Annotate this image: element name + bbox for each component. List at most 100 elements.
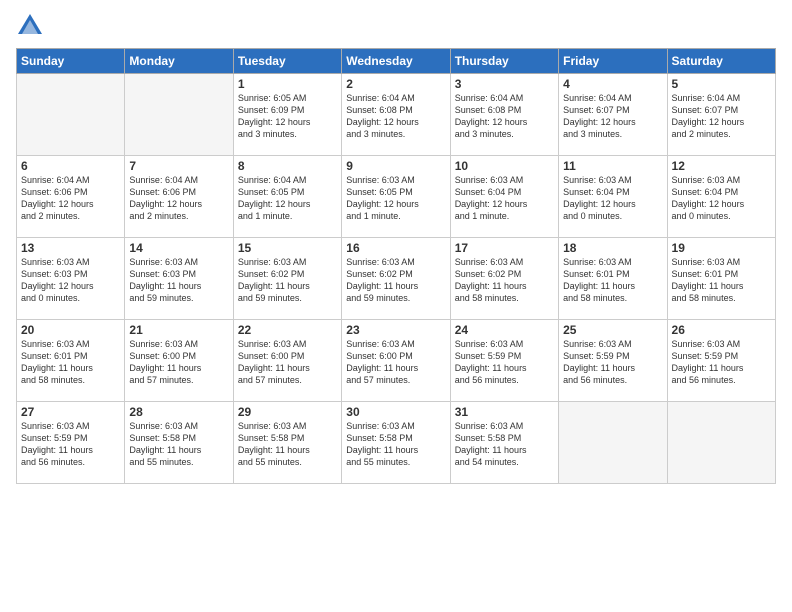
- calendar-cell: 8Sunrise: 6:04 AM Sunset: 6:05 PM Daylig…: [233, 156, 341, 238]
- calendar-cell: 27Sunrise: 6:03 AM Sunset: 5:59 PM Dayli…: [17, 402, 125, 484]
- calendar-cell: 4Sunrise: 6:04 AM Sunset: 6:07 PM Daylig…: [559, 74, 667, 156]
- calendar-week-2: 6 Sunrise: 6:04 AM Sunset: 6:06 PM Daylig…: [17, 156, 776, 238]
- calendar-cell: 9Sunrise: 6:03 AM Sunset: 6:05 PM Daylig…: [342, 156, 450, 238]
- col-header-saturday: Saturday: [667, 49, 775, 74]
- day-number: 7: [129, 159, 228, 173]
- day-number: 3: [455, 77, 554, 91]
- day-info: Sunrise: 6:03 AM Sunset: 5:58 PM Dayligh…: [455, 420, 554, 469]
- day-number: 17: [455, 241, 554, 255]
- day-info: Sunrise: 6:03 AM Sunset: 6:01 PM Dayligh…: [672, 256, 771, 305]
- day-info: Sunrise: 6:04 AM Sunset: 6:08 PM Dayligh…: [455, 92, 554, 141]
- calendar-cell: 11Sunrise: 6:03 AM Sunset: 6:04 PM Dayli…: [559, 156, 667, 238]
- day-number: 6: [21, 159, 120, 173]
- calendar-cell: 26Sunrise: 6:03 AM Sunset: 5:59 PM Dayli…: [667, 320, 775, 402]
- calendar-cell: 7Sunrise: 6:04 AM Sunset: 6:06 PM Daylig…: [125, 156, 233, 238]
- calendar-cell: 28Sunrise: 6:03 AM Sunset: 5:58 PM Dayli…: [125, 402, 233, 484]
- logo: [16, 12, 48, 40]
- col-header-tuesday: Tuesday: [233, 49, 341, 74]
- day-number: 28: [129, 405, 228, 419]
- calendar-cell: 3Sunrise: 6:04 AM Sunset: 6:08 PM Daylig…: [450, 74, 558, 156]
- day-number: 12: [672, 159, 771, 173]
- day-number: 25: [563, 323, 662, 337]
- calendar-cell: 17Sunrise: 6:03 AM Sunset: 6:02 PM Dayli…: [450, 238, 558, 320]
- day-number: 9: [346, 159, 445, 173]
- calendar-cell: [17, 74, 125, 156]
- calendar-cell: 19Sunrise: 6:03 AM Sunset: 6:01 PM Dayli…: [667, 238, 775, 320]
- day-number: 21: [129, 323, 228, 337]
- calendar-cell: 29Sunrise: 6:03 AM Sunset: 5:58 PM Dayli…: [233, 402, 341, 484]
- calendar-cell: 20Sunrise: 6:03 AM Sunset: 6:01 PM Dayli…: [17, 320, 125, 402]
- day-info: Sunrise: 6:03 AM Sunset: 6:00 PM Dayligh…: [346, 338, 445, 387]
- calendar-cell: [125, 74, 233, 156]
- day-info: Sunrise: 6:03 AM Sunset: 5:58 PM Dayligh…: [129, 420, 228, 469]
- day-info: Sunrise: 6:03 AM Sunset: 5:58 PM Dayligh…: [346, 420, 445, 469]
- calendar-cell: 16Sunrise: 6:03 AM Sunset: 6:02 PM Dayli…: [342, 238, 450, 320]
- day-info: Sunrise: 6:03 AM Sunset: 5:59 PM Dayligh…: [455, 338, 554, 387]
- day-info: Sunrise: 6:03 AM Sunset: 6:04 PM Dayligh…: [563, 174, 662, 223]
- day-info: Sunrise: 6:04 AM Sunset: 6:07 PM Dayligh…: [672, 92, 771, 141]
- day-number: 29: [238, 405, 337, 419]
- calendar-week-4: 20Sunrise: 6:03 AM Sunset: 6:01 PM Dayli…: [17, 320, 776, 402]
- day-info: Sunrise: 6:04 AM Sunset: 6:07 PM Dayligh…: [563, 92, 662, 141]
- day-info: Sunrise: 6:03 AM Sunset: 6:04 PM Dayligh…: [455, 174, 554, 223]
- day-number: 26: [672, 323, 771, 337]
- day-number: 4: [563, 77, 662, 91]
- day-number: 22: [238, 323, 337, 337]
- day-info: Sunrise: 6:04 AM Sunset: 6:05 PM Dayligh…: [238, 174, 337, 223]
- calendar-cell: 24Sunrise: 6:03 AM Sunset: 5:59 PM Dayli…: [450, 320, 558, 402]
- calendar-header-row: SundayMondayTuesdayWednesdayThursdayFrid…: [17, 49, 776, 74]
- calendar-cell: 1Sunrise: 6:05 AM Sunset: 6:09 PM Daylig…: [233, 74, 341, 156]
- day-number: 11: [563, 159, 662, 173]
- day-info: Sunrise: 6:03 AM Sunset: 6:02 PM Dayligh…: [238, 256, 337, 305]
- col-header-friday: Friday: [559, 49, 667, 74]
- day-number: 2: [346, 77, 445, 91]
- day-info: Sunrise: 6:03 AM Sunset: 6:03 PM Dayligh…: [129, 256, 228, 305]
- day-info: Sunrise: 6:04 AM Sunset: 6:06 PM Dayligh…: [129, 174, 228, 223]
- day-number: 31: [455, 405, 554, 419]
- day-info: Sunrise: 6:03 AM Sunset: 6:00 PM Dayligh…: [129, 338, 228, 387]
- calendar-cell: 5Sunrise: 6:04 AM Sunset: 6:07 PM Daylig…: [667, 74, 775, 156]
- day-number: 10: [455, 159, 554, 173]
- page: SundayMondayTuesdayWednesdayThursdayFrid…: [0, 0, 792, 612]
- day-info: Sunrise: 6:03 AM Sunset: 6:03 PM Dayligh…: [21, 256, 120, 305]
- calendar-cell: 2Sunrise: 6:04 AM Sunset: 6:08 PM Daylig…: [342, 74, 450, 156]
- day-number: 15: [238, 241, 337, 255]
- calendar-cell: 10Sunrise: 6:03 AM Sunset: 6:04 PM Dayli…: [450, 156, 558, 238]
- col-header-thursday: Thursday: [450, 49, 558, 74]
- day-number: 30: [346, 405, 445, 419]
- calendar-cell: 21Sunrise: 6:03 AM Sunset: 6:00 PM Dayli…: [125, 320, 233, 402]
- calendar-cell: 25Sunrise: 6:03 AM Sunset: 5:59 PM Dayli…: [559, 320, 667, 402]
- day-info: Sunrise: 6:03 AM Sunset: 6:01 PM Dayligh…: [21, 338, 120, 387]
- day-info: Sunrise: 6:03 AM Sunset: 6:02 PM Dayligh…: [455, 256, 554, 305]
- calendar-cell: 6Sunrise: 6:04 AM Sunset: 6:06 PM Daylig…: [17, 156, 125, 238]
- day-info: Sunrise: 6:03 AM Sunset: 6:02 PM Dayligh…: [346, 256, 445, 305]
- calendar-cell: 30Sunrise: 6:03 AM Sunset: 5:58 PM Dayli…: [342, 402, 450, 484]
- day-info: Sunrise: 6:03 AM Sunset: 5:59 PM Dayligh…: [563, 338, 662, 387]
- calendar-cell: 15Sunrise: 6:03 AM Sunset: 6:02 PM Dayli…: [233, 238, 341, 320]
- day-info: Sunrise: 6:03 AM Sunset: 5:59 PM Dayligh…: [672, 338, 771, 387]
- calendar-cell: [559, 402, 667, 484]
- day-info: Sunrise: 6:04 AM Sunset: 6:08 PM Dayligh…: [346, 92, 445, 141]
- col-header-sunday: Sunday: [17, 49, 125, 74]
- calendar-cell: 12Sunrise: 6:03 AM Sunset: 6:04 PM Dayli…: [667, 156, 775, 238]
- day-number: 8: [238, 159, 337, 173]
- day-number: 20: [21, 323, 120, 337]
- header: [16, 12, 776, 40]
- col-header-monday: Monday: [125, 49, 233, 74]
- day-number: 18: [563, 241, 662, 255]
- day-info: Sunrise: 6:03 AM Sunset: 6:01 PM Dayligh…: [563, 256, 662, 305]
- day-number: 19: [672, 241, 771, 255]
- calendar-week-1: 1Sunrise: 6:05 AM Sunset: 6:09 PM Daylig…: [17, 74, 776, 156]
- day-info: Sunrise: 6:05 AM Sunset: 6:09 PM Dayligh…: [238, 92, 337, 141]
- day-info: Sunrise: 6:03 AM Sunset: 6:00 PM Dayligh…: [238, 338, 337, 387]
- day-number: 5: [672, 77, 771, 91]
- calendar-cell: 31Sunrise: 6:03 AM Sunset: 5:58 PM Dayli…: [450, 402, 558, 484]
- day-number: 1: [238, 77, 337, 91]
- calendar-cell: 18Sunrise: 6:03 AM Sunset: 6:01 PM Dayli…: [559, 238, 667, 320]
- calendar-cell: 14Sunrise: 6:03 AM Sunset: 6:03 PM Dayli…: [125, 238, 233, 320]
- calendar-week-5: 27Sunrise: 6:03 AM Sunset: 5:59 PM Dayli…: [17, 402, 776, 484]
- day-info: Sunrise: 6:03 AM Sunset: 5:59 PM Dayligh…: [21, 420, 120, 469]
- day-number: 27: [21, 405, 120, 419]
- calendar: SundayMondayTuesdayWednesdayThursdayFrid…: [16, 48, 776, 484]
- day-info: Sunrise: 6:03 AM Sunset: 6:04 PM Dayligh…: [672, 174, 771, 223]
